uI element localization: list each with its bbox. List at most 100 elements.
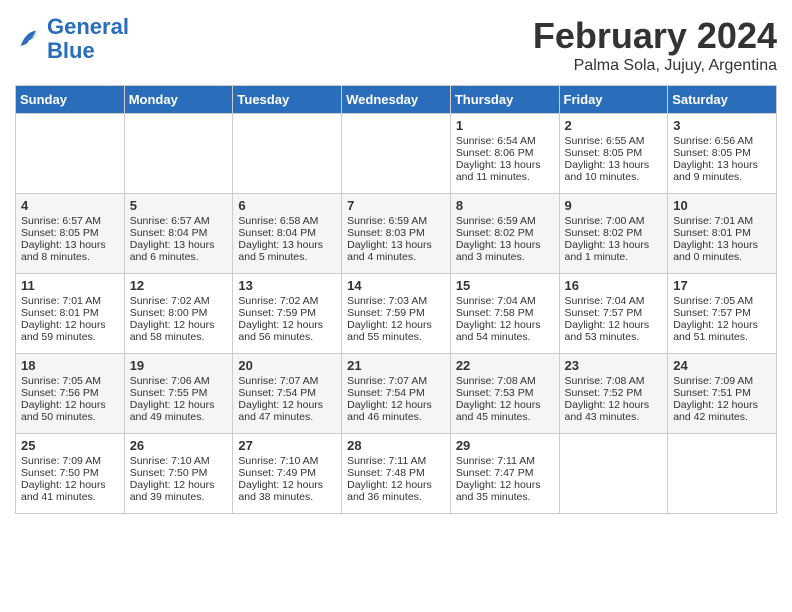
weekday-header-tuesday: Tuesday — [233, 86, 342, 114]
day-info: Sunset: 8:04 PM — [238, 227, 336, 239]
calendar-cell — [668, 434, 777, 514]
day-info: Sunrise: 7:01 AM — [21, 295, 119, 307]
day-info: Daylight: 13 hours and 10 minutes. — [565, 159, 663, 183]
day-info: Daylight: 12 hours and 50 minutes. — [21, 399, 119, 423]
calendar-cell — [16, 114, 125, 194]
day-info: Sunrise: 7:05 AM — [21, 375, 119, 387]
day-number: 11 — [21, 278, 119, 293]
day-info: Daylight: 12 hours and 47 minutes. — [238, 399, 336, 423]
day-info: Sunrise: 6:55 AM — [565, 135, 663, 147]
weekday-header-thursday: Thursday — [450, 86, 559, 114]
day-number: 16 — [565, 278, 663, 293]
day-info: Daylight: 12 hours and 41 minutes. — [21, 479, 119, 503]
day-number: 3 — [673, 118, 771, 133]
weekday-header-row: SundayMondayTuesdayWednesdayThursdayFrid… — [16, 86, 777, 114]
day-info: Sunrise: 7:02 AM — [238, 295, 336, 307]
day-info: Daylight: 12 hours and 35 minutes. — [456, 479, 554, 503]
day-info: Sunset: 7:54 PM — [347, 387, 445, 399]
calendar-cell: 5Sunrise: 6:57 AMSunset: 8:04 PMDaylight… — [124, 194, 233, 274]
day-info: Daylight: 13 hours and 3 minutes. — [456, 239, 554, 263]
day-info: Sunset: 8:06 PM — [456, 147, 554, 159]
weekday-header-wednesday: Wednesday — [342, 86, 451, 114]
day-info: Daylight: 13 hours and 9 minutes. — [673, 159, 771, 183]
calendar-cell: 6Sunrise: 6:58 AMSunset: 8:04 PMDaylight… — [233, 194, 342, 274]
day-info: Sunrise: 7:08 AM — [456, 375, 554, 387]
day-info: Daylight: 12 hours and 38 minutes. — [238, 479, 336, 503]
day-number: 19 — [130, 358, 228, 373]
calendar-cell: 12Sunrise: 7:02 AMSunset: 8:00 PMDayligh… — [124, 274, 233, 354]
calendar-cell: 17Sunrise: 7:05 AMSunset: 7:57 PMDayligh… — [668, 274, 777, 354]
weekday-header-saturday: Saturday — [668, 86, 777, 114]
day-number: 23 — [565, 358, 663, 373]
month-title: February 2024 — [533, 15, 777, 57]
calendar-cell — [233, 114, 342, 194]
day-info: Sunset: 7:51 PM — [673, 387, 771, 399]
calendar-cell: 14 Sunrise: 7:03 AMSunset: 7:59 PMDayligh… — [342, 274, 451, 354]
week-row-1: 1Sunrise: 6:54 AMSunset: 8:06 PMDaylight… — [16, 114, 777, 194]
day-info: Daylight: 13 hours and 5 minutes. — [238, 239, 336, 263]
day-number: 27 — [238, 438, 336, 453]
day-info: Daylight: 12 hours and 51 minutes. — [673, 319, 771, 343]
day-info: Sunset: 7:57 PM — [565, 307, 663, 319]
day-info: Daylight: 13 hours and 4 minutes. — [347, 239, 445, 263]
calendar-cell: 15Sunrise: 7:04 AMSunset: 7:58 PMDayligh… — [450, 274, 559, 354]
calendar-cell: 4Sunrise: 6:57 AMSunset: 8:05 PMDaylight… — [16, 194, 125, 274]
day-info: Sunrise: 7:09 AM — [21, 455, 119, 467]
day-number: 4 — [21, 198, 119, 213]
day-number: 18 — [21, 358, 119, 373]
day-info: Daylight: 13 hours and 1 minute. — [565, 239, 663, 263]
calendar-cell: 19Sunrise: 7:06 AMSunset: 7:55 PMDayligh… — [124, 354, 233, 434]
day-info: Sunrise: 6:59 AM — [456, 215, 554, 227]
day-info: Sunset: 8:03 PM — [347, 227, 445, 239]
day-info: Sunrise: 7:10 AM — [238, 455, 336, 467]
page-header: General Blue February 2024 Palma Sola, J… — [15, 15, 777, 75]
day-number: 29 — [456, 438, 554, 453]
day-number: 25 — [21, 438, 119, 453]
day-info: Sunset: 7:59 PM — [347, 307, 445, 319]
logo-general: General — [47, 14, 129, 39]
day-info: Sunrise: 7:07 AM — [238, 375, 336, 387]
day-info: Daylight: 12 hours and 54 minutes. — [456, 319, 554, 343]
day-info: Daylight: 13 hours and 6 minutes. — [130, 239, 228, 263]
calendar-cell: 21Sunrise: 7:07 AMSunset: 7:54 PMDayligh… — [342, 354, 451, 434]
calendar-cell: 11 Sunrise: 7:01 AMSunset: 8:01 PMDayligh… — [16, 274, 125, 354]
day-number: 17 — [673, 278, 771, 293]
day-number: 8 — [456, 198, 554, 213]
day-info: Daylight: 13 hours and 11 minutes. — [456, 159, 554, 183]
day-info: Sunset: 8:05 PM — [21, 227, 119, 239]
day-info: Daylight: 12 hours and 43 minutes. — [565, 399, 663, 423]
day-info: Daylight: 12 hours and 49 minutes. — [130, 399, 228, 423]
logo-blue: Blue — [47, 38, 95, 63]
day-info: Daylight: 12 hours and 36 minutes. — [347, 479, 445, 503]
day-number: 28 — [347, 438, 445, 453]
day-info: Sunrise: 7:05 AM — [673, 295, 771, 307]
day-info: Sunset: 8:04 PM — [130, 227, 228, 239]
day-info: Daylight: 13 hours and 0 minutes. — [673, 239, 771, 263]
day-info: Sunrise: 6:59 AM — [347, 215, 445, 227]
day-number: 10 — [673, 198, 771, 213]
day-info: Sunrise: 7:00 AM — [565, 215, 663, 227]
day-info: Sunrise: 7:03 AM — [347, 295, 445, 307]
day-info: Sunset: 7:53 PM — [456, 387, 554, 399]
day-number: 14 — [347, 278, 445, 293]
day-info: Sunset: 7:47 PM — [456, 467, 554, 479]
week-row-4: 18Sunrise: 7:05 AMSunset: 7:56 PMDayligh… — [16, 354, 777, 434]
calendar-cell: 28Sunrise: 7:11 AMSunset: 7:48 PMDayligh… — [342, 434, 451, 514]
day-info: Sunset: 8:01 PM — [21, 307, 119, 319]
calendar-cell: 2Sunrise: 6:55 AMSunset: 8:05 PMDaylight… — [559, 114, 668, 194]
day-info: Daylight: 12 hours and 59 minutes. — [21, 319, 119, 343]
day-number: 24 — [673, 358, 771, 373]
logo-text: General Blue — [47, 15, 129, 63]
calendar-cell: 7Sunrise: 6:59 AMSunset: 8:03 PMDaylight… — [342, 194, 451, 274]
calendar-cell: 26Sunrise: 7:10 AMSunset: 7:50 PMDayligh… — [124, 434, 233, 514]
calendar-cell: 24Sunrise: 7:09 AMSunset: 7:51 PMDayligh… — [668, 354, 777, 434]
day-number: 20 — [238, 358, 336, 373]
calendar-cell: 29Sunrise: 7:11 AMSunset: 7:47 PMDayligh… — [450, 434, 559, 514]
day-info: Sunset: 7:50 PM — [130, 467, 228, 479]
logo-bird-icon — [15, 25, 43, 53]
day-info: Sunset: 8:00 PM — [130, 307, 228, 319]
day-info: Daylight: 12 hours and 55 minutes. — [347, 319, 445, 343]
day-info: Sunrise: 7:01 AM — [673, 215, 771, 227]
day-info: Sunset: 8:01 PM — [673, 227, 771, 239]
day-info: Sunrise: 6:56 AM — [673, 135, 771, 147]
